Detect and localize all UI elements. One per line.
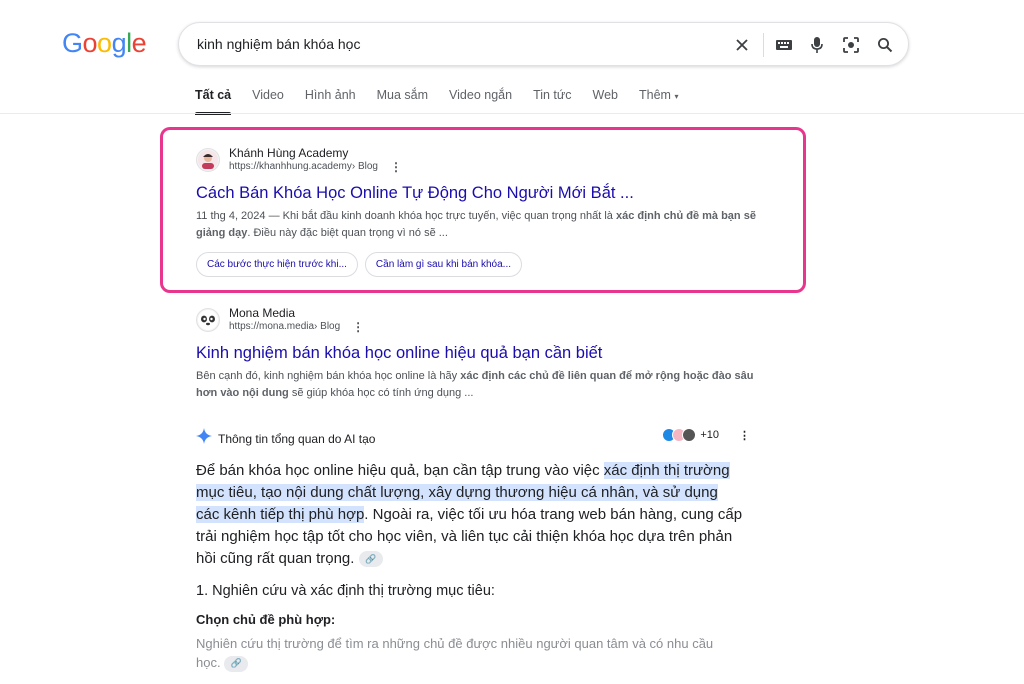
- tab-video[interactable]: Video: [252, 88, 284, 102]
- google-logo[interactable]: Google: [62, 28, 147, 59]
- caret-down-icon: ▾: [674, 92, 679, 101]
- sources-count: +10: [700, 429, 719, 441]
- result-snippet: 11 thg 4, 2024 — Khi bắt đầu kinh doanh …: [196, 208, 756, 242]
- site-url-domain: https://khanhhung.academy: [229, 161, 352, 172]
- site-favicon: [196, 148, 220, 172]
- search-result: Khánh Hùng Academy https://khanhhung.aca…: [196, 146, 756, 277]
- site-url-domain: https://mona.media: [229, 321, 315, 332]
- site-url-path: › Blog: [351, 161, 378, 172]
- logo-letter: o: [82, 28, 98, 58]
- search-input[interactable]: kinh nghiệm bán khóa học: [197, 36, 360, 52]
- ai-faded-text: Nghiên cứu thị trường để tìm ra những ch…: [196, 634, 736, 672]
- result-title-link[interactable]: Cách Bán Khóa Học Online Tự Động Cho Ngư…: [196, 183, 756, 203]
- site-name: Mona Media: [229, 306, 296, 320]
- ai-overview-body: Để bán khóa học online hiệu quả, bạn cần…: [196, 460, 744, 570]
- more-options-icon[interactable]: ⋮: [390, 160, 402, 174]
- snippet-text: Bên cạnh đó, kinh nghiệm bán khóa học on…: [196, 370, 461, 382]
- ai-overview-title: Thông tin tổng quan do AI tạo: [218, 431, 376, 446]
- ai-section-heading: 1. Nghiên cứu và xác định thị trường mục…: [196, 583, 495, 599]
- search-box[interactable]: kinh nghiệm bán khóa học: [178, 22, 909, 66]
- site-favicon: [196, 308, 220, 332]
- sitelink-chips: Các bước thực hiện trước khi... Cần làm …: [196, 252, 756, 277]
- site-url: https://mona.media › Blog ⋮: [229, 320, 364, 334]
- ai-sources[interactable]: +10 ⋮: [662, 428, 750, 442]
- sitelink-chip[interactable]: Các bước thực hiện trước khi...: [196, 252, 358, 277]
- tab-shopping[interactable]: Mua sắm: [377, 88, 428, 102]
- header-divider: [0, 113, 1024, 114]
- logo-letter: e: [131, 28, 147, 58]
- snippet-end: sẽ giúp khóa học có tính ứng dụng ...: [288, 387, 474, 399]
- snippet-end: . Điều này đặc biệt quan trọng vì nó sẽ …: [247, 227, 448, 239]
- ai-sparkle-icon: [196, 428, 212, 449]
- ai-faded-content: Nghiên cứu thị trường để tìm ra những ch…: [196, 636, 714, 670]
- keyboard-icon[interactable]: [773, 34, 795, 56]
- link-icon[interactable]: 🔗: [358, 551, 383, 568]
- more-options-icon[interactable]: ⋮: [739, 429, 750, 442]
- site-name: Khánh Hùng Academy: [229, 146, 349, 160]
- tab-all[interactable]: Tất cả: [195, 88, 232, 115]
- result-site-row[interactable]: Mona Media https://mona.media › Blog ⋮: [196, 306, 756, 334]
- ai-overview-header: Thông tin tổng quan do AI tạo +10 ⋮: [196, 428, 750, 449]
- logo-letter: o: [97, 28, 112, 58]
- search-result: Mona Media https://mona.media › Blog ⋮ K…: [196, 306, 756, 402]
- result-snippet: Bên cạnh đó, kinh nghiệm bán khóa học on…: [196, 368, 756, 402]
- lens-icon[interactable]: [840, 34, 862, 56]
- search-divider: [763, 33, 764, 57]
- link-icon[interactable]: 🔗: [224, 655, 249, 672]
- result-site-row[interactable]: Khánh Hùng Academy https://khanhhung.aca…: [196, 146, 756, 174]
- clear-icon[interactable]: [731, 34, 753, 56]
- tab-more[interactable]: Thêm ▾: [639, 88, 678, 102]
- snippet-text: 11 thg 4, 2024 — Khi bắt đầu kinh doanh …: [196, 210, 616, 222]
- search-tabs: Tất cả Video Hình ảnh Mua sắm Video ngắn…: [195, 88, 699, 115]
- logo-letter: g: [111, 28, 127, 58]
- tab-news[interactable]: Tin tức: [533, 88, 571, 102]
- site-url: https://khanhhung.academy › Blog ⋮: [229, 160, 402, 174]
- source-favicon-icon: [682, 428, 697, 442]
- sitelink-chip[interactable]: Cần làm gì sau khi bán khóa...: [364, 252, 522, 277]
- site-url-path: › Blog: [314, 321, 341, 332]
- tab-more-label: Thêm: [639, 88, 671, 102]
- tab-images[interactable]: Hình ảnh: [305, 88, 356, 102]
- result-title-link[interactable]: Kinh nghiệm bán khóa học online hiệu quả…: [196, 343, 756, 363]
- microphone-icon[interactable]: [806, 34, 828, 56]
- tab-web[interactable]: Web: [593, 88, 618, 102]
- more-options-icon[interactable]: ⋮: [352, 320, 364, 334]
- ai-text: Để bán khóa học online hiệu quả, bạn cần…: [196, 462, 604, 479]
- search-icon[interactable]: [874, 34, 896, 56]
- logo-letter: G: [62, 28, 83, 58]
- ai-subheading: Chọn chủ đề phù hợp:: [196, 612, 336, 627]
- tab-short-videos[interactable]: Video ngắn: [449, 88, 512, 102]
